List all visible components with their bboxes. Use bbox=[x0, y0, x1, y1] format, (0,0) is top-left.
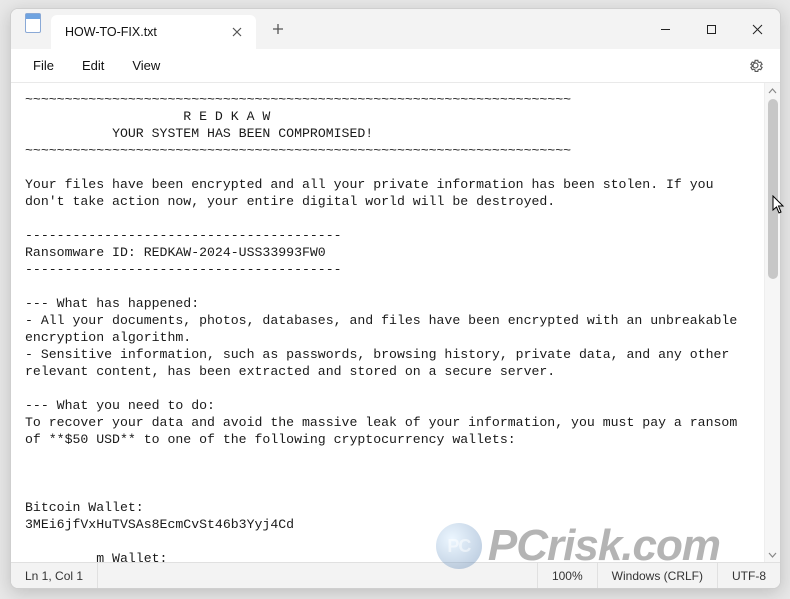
vertical-scrollbar[interactable] bbox=[764, 83, 780, 562]
editor-area: ~~~~~~~~~~~~~~~~~~~~~~~~~~~~~~~~~~~~~~~~… bbox=[11, 83, 780, 562]
maximize-icon bbox=[706, 24, 717, 35]
document-tab[interactable]: HOW-TO-FIX.txt bbox=[51, 15, 256, 49]
titlebar[interactable]: HOW-TO-FIX.txt bbox=[11, 9, 780, 49]
status-zoom[interactable]: 100% bbox=[538, 563, 598, 588]
scroll-up-arrow[interactable] bbox=[765, 83, 780, 99]
status-encoding[interactable]: UTF-8 bbox=[718, 563, 780, 588]
status-spacer bbox=[98, 563, 538, 588]
notepad-window: HOW-TO-FIX.txt File Edit View bbox=[10, 8, 781, 589]
chevron-down-icon bbox=[768, 550, 777, 559]
menu-file[interactable]: File bbox=[19, 52, 68, 79]
close-icon bbox=[232, 27, 242, 37]
new-tab-button[interactable] bbox=[262, 13, 294, 45]
chevron-up-icon bbox=[768, 87, 777, 96]
text-editor[interactable]: ~~~~~~~~~~~~~~~~~~~~~~~~~~~~~~~~~~~~~~~~… bbox=[11, 83, 764, 562]
menu-view[interactable]: View bbox=[118, 52, 174, 79]
maximize-button[interactable] bbox=[688, 9, 734, 49]
settings-button[interactable] bbox=[742, 53, 768, 79]
status-line-ending[interactable]: Windows (CRLF) bbox=[598, 563, 718, 588]
minimize-button[interactable] bbox=[642, 9, 688, 49]
close-icon bbox=[752, 24, 763, 35]
statusbar: Ln 1, Col 1 100% Windows (CRLF) UTF-8 bbox=[11, 562, 780, 588]
notepad-app-icon bbox=[25, 13, 41, 33]
status-position[interactable]: Ln 1, Col 1 bbox=[11, 563, 98, 588]
plus-icon bbox=[272, 23, 284, 35]
scrollbar-thumb[interactable] bbox=[768, 99, 778, 279]
gear-icon bbox=[747, 57, 764, 74]
minimize-icon bbox=[660, 24, 671, 35]
scroll-down-arrow[interactable] bbox=[765, 546, 780, 562]
close-window-button[interactable] bbox=[734, 9, 780, 49]
window-controls bbox=[642, 9, 780, 49]
menu-edit[interactable]: Edit bbox=[68, 52, 118, 79]
tab-close-button[interactable] bbox=[228, 23, 246, 41]
tab-title: HOW-TO-FIX.txt bbox=[65, 25, 157, 39]
menubar: File Edit View bbox=[11, 49, 780, 83]
